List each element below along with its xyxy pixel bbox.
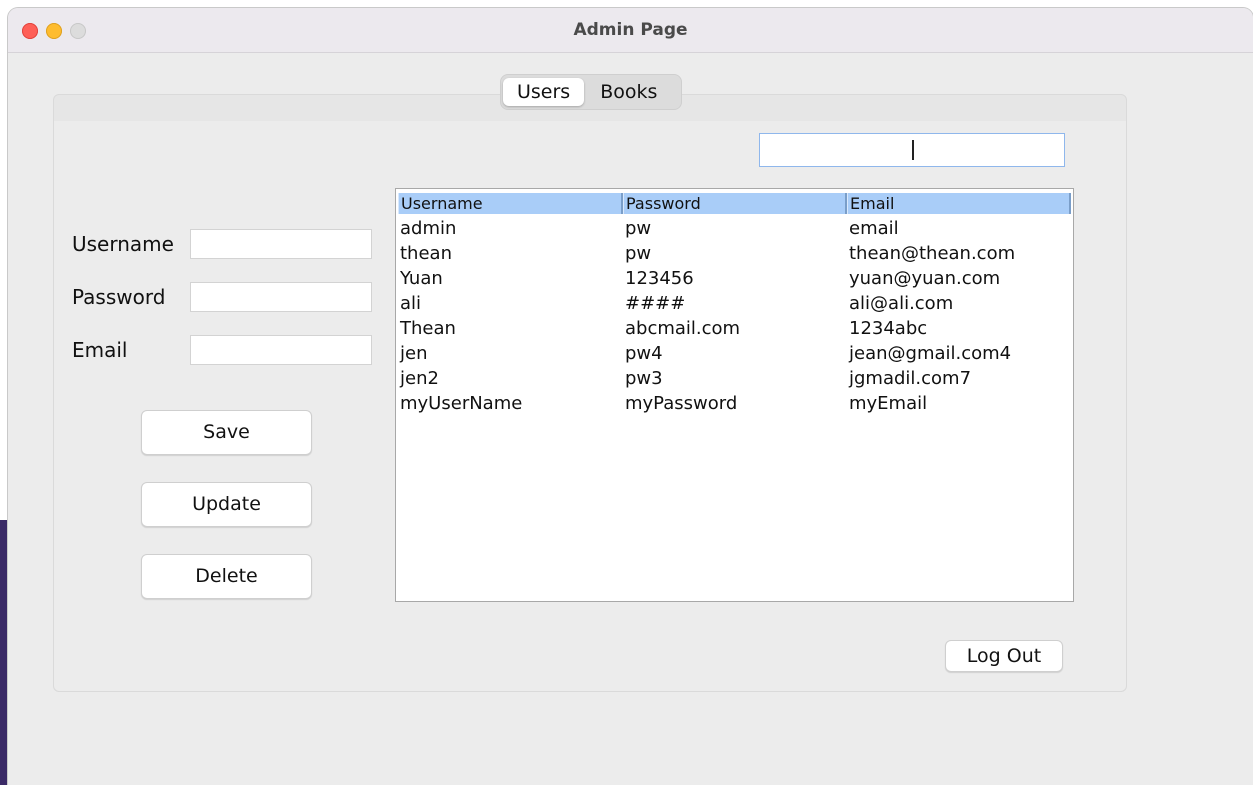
cell-username: Yuan bbox=[400, 268, 443, 289]
cell-password: myPassword bbox=[625, 393, 738, 414]
username-label: Username bbox=[72, 232, 174, 256]
table-row[interactable]: jen pw4 jean@gmail.com4 bbox=[398, 341, 1071, 366]
search-input[interactable] bbox=[759, 133, 1065, 167]
cell-email: email bbox=[849, 218, 899, 239]
column-header-username[interactable]: Username bbox=[398, 193, 623, 214]
desktop-background bbox=[0, 520, 8, 785]
cell-username: thean bbox=[400, 243, 452, 264]
table-header: Username Password Email bbox=[398, 193, 1071, 214]
save-button[interactable]: Save bbox=[141, 410, 312, 455]
title-bar: Admin Page bbox=[8, 8, 1253, 53]
tab-bar: Users Books bbox=[500, 74, 682, 110]
update-button[interactable]: Update bbox=[141, 482, 312, 527]
cell-password: pw3 bbox=[625, 368, 663, 389]
cell-password: pw bbox=[625, 218, 652, 239]
cell-username: ali bbox=[400, 293, 422, 314]
table-row[interactable]: thean pw thean@thean.com bbox=[398, 241, 1071, 266]
username-field[interactable] bbox=[190, 229, 372, 259]
cell-email: jean@gmail.com4 bbox=[849, 343, 1012, 364]
users-table[interactable]: Username Password Email admin pw email t… bbox=[395, 188, 1074, 602]
table-row[interactable]: ali #### ali@ali.com bbox=[398, 291, 1071, 316]
cell-username: Thean bbox=[400, 318, 456, 339]
table-row[interactable]: admin pw email bbox=[398, 216, 1071, 241]
cell-email: 1234abc bbox=[849, 318, 928, 339]
cell-username: myUserName bbox=[400, 393, 523, 414]
cell-email: yuan@yuan.com bbox=[849, 268, 1001, 289]
cell-email: myEmail bbox=[849, 393, 928, 414]
text-caret bbox=[912, 140, 914, 160]
cell-email: thean@thean.com bbox=[849, 243, 1016, 264]
cell-password: abcmail.com bbox=[625, 318, 741, 339]
cell-email: ali@ali.com bbox=[849, 293, 954, 314]
table-row[interactable]: jen2 pw3 jgmadil.com7 bbox=[398, 366, 1071, 391]
window-title: Admin Page bbox=[573, 20, 688, 40]
cell-password: pw bbox=[625, 243, 652, 264]
admin-window: Admin Page Users Books Username Password… bbox=[8, 8, 1253, 785]
cell-username: jen bbox=[400, 343, 428, 364]
column-header-email[interactable]: Email bbox=[847, 193, 1071, 214]
table-row[interactable]: myUserName myPassword myEmail bbox=[398, 391, 1071, 416]
table-row[interactable]: Yuan 123456 yuan@yuan.com bbox=[398, 266, 1071, 291]
tab-books[interactable]: Books bbox=[586, 78, 671, 106]
cell-username: admin bbox=[400, 218, 457, 239]
password-field[interactable] bbox=[190, 282, 372, 312]
email-label: Email bbox=[72, 338, 128, 362]
cell-username: jen2 bbox=[400, 368, 439, 389]
cell-password: #### bbox=[625, 293, 686, 314]
cell-password: 123456 bbox=[625, 268, 694, 289]
table-body: admin pw email thean pw thean@thean.com … bbox=[398, 216, 1071, 416]
tab-users[interactable]: Users bbox=[503, 78, 585, 106]
password-label: Password bbox=[72, 285, 166, 309]
column-header-password[interactable]: Password bbox=[623, 193, 847, 214]
email-field[interactable] bbox=[190, 335, 372, 365]
table-row[interactable]: Thean abcmail.com 1234abc bbox=[398, 316, 1071, 341]
log-out-button[interactable]: Log Out bbox=[945, 640, 1063, 672]
cell-password: pw4 bbox=[625, 343, 663, 364]
delete-button[interactable]: Delete bbox=[141, 554, 312, 599]
cell-email: jgmadil.com7 bbox=[849, 368, 972, 389]
